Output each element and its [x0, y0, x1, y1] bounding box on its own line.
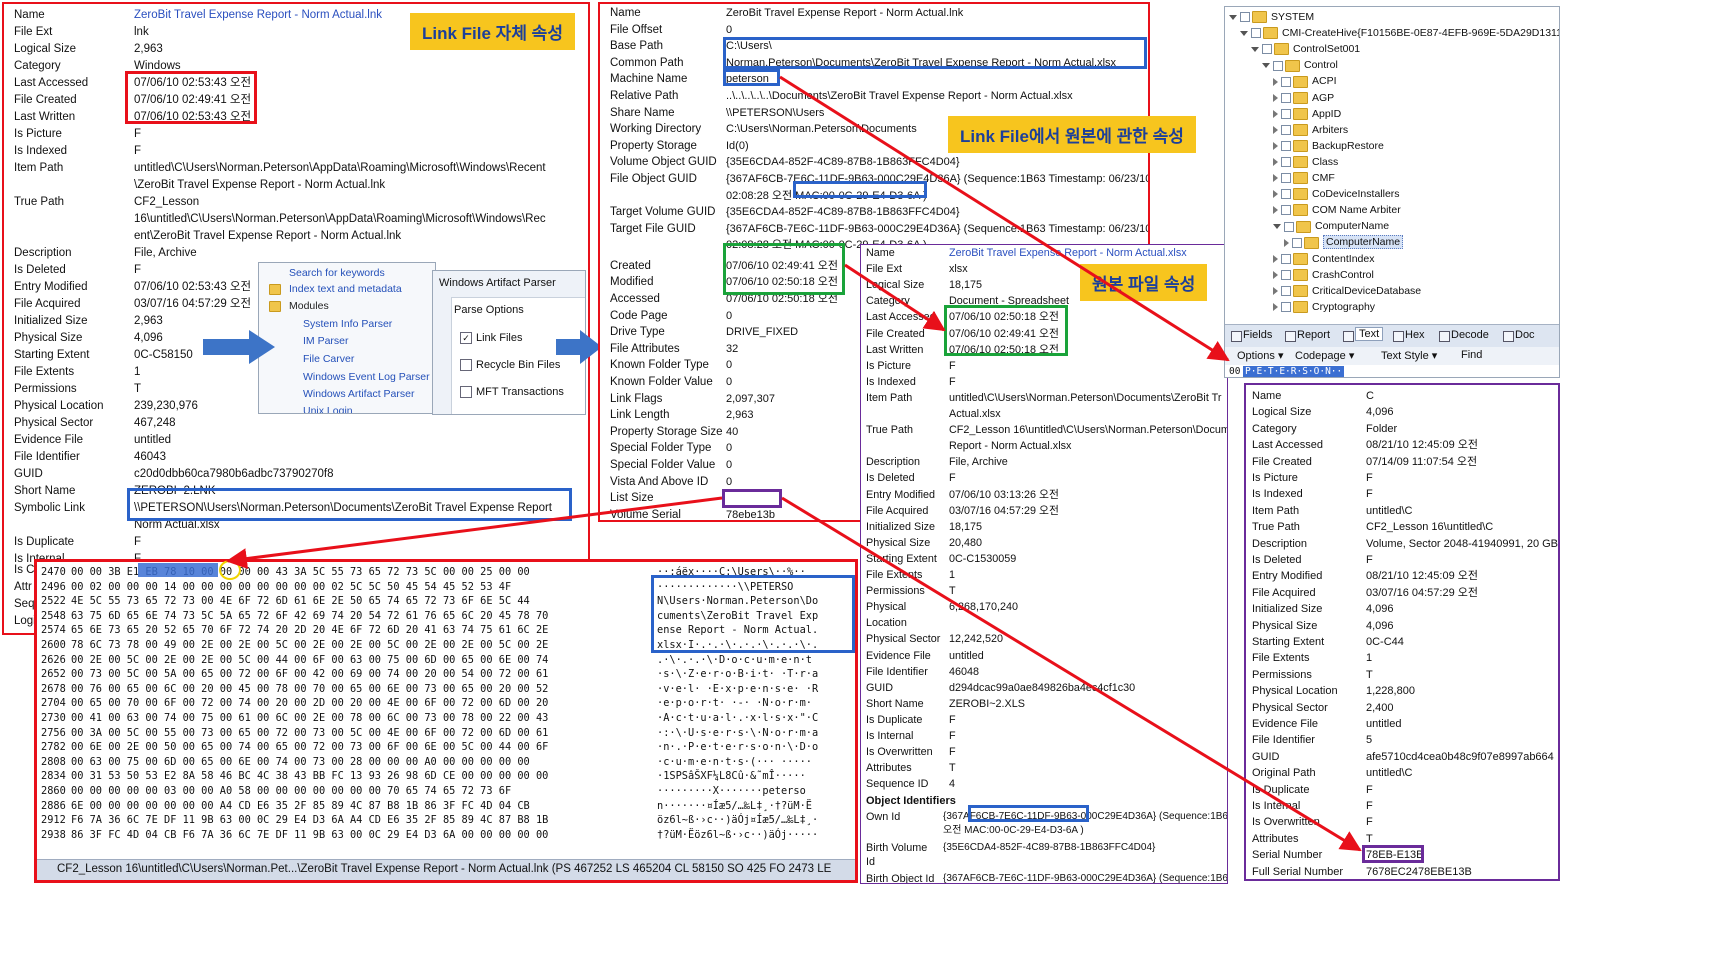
arrow-serial-to-volume [781, 496, 1362, 852]
connector-arrows [225, 75, 1362, 852]
arrow-serial-to-hex [225, 496, 723, 570]
arrow-times-to-original [844, 263, 946, 332]
arrow-machine-name-to-registry [779, 75, 1230, 362]
